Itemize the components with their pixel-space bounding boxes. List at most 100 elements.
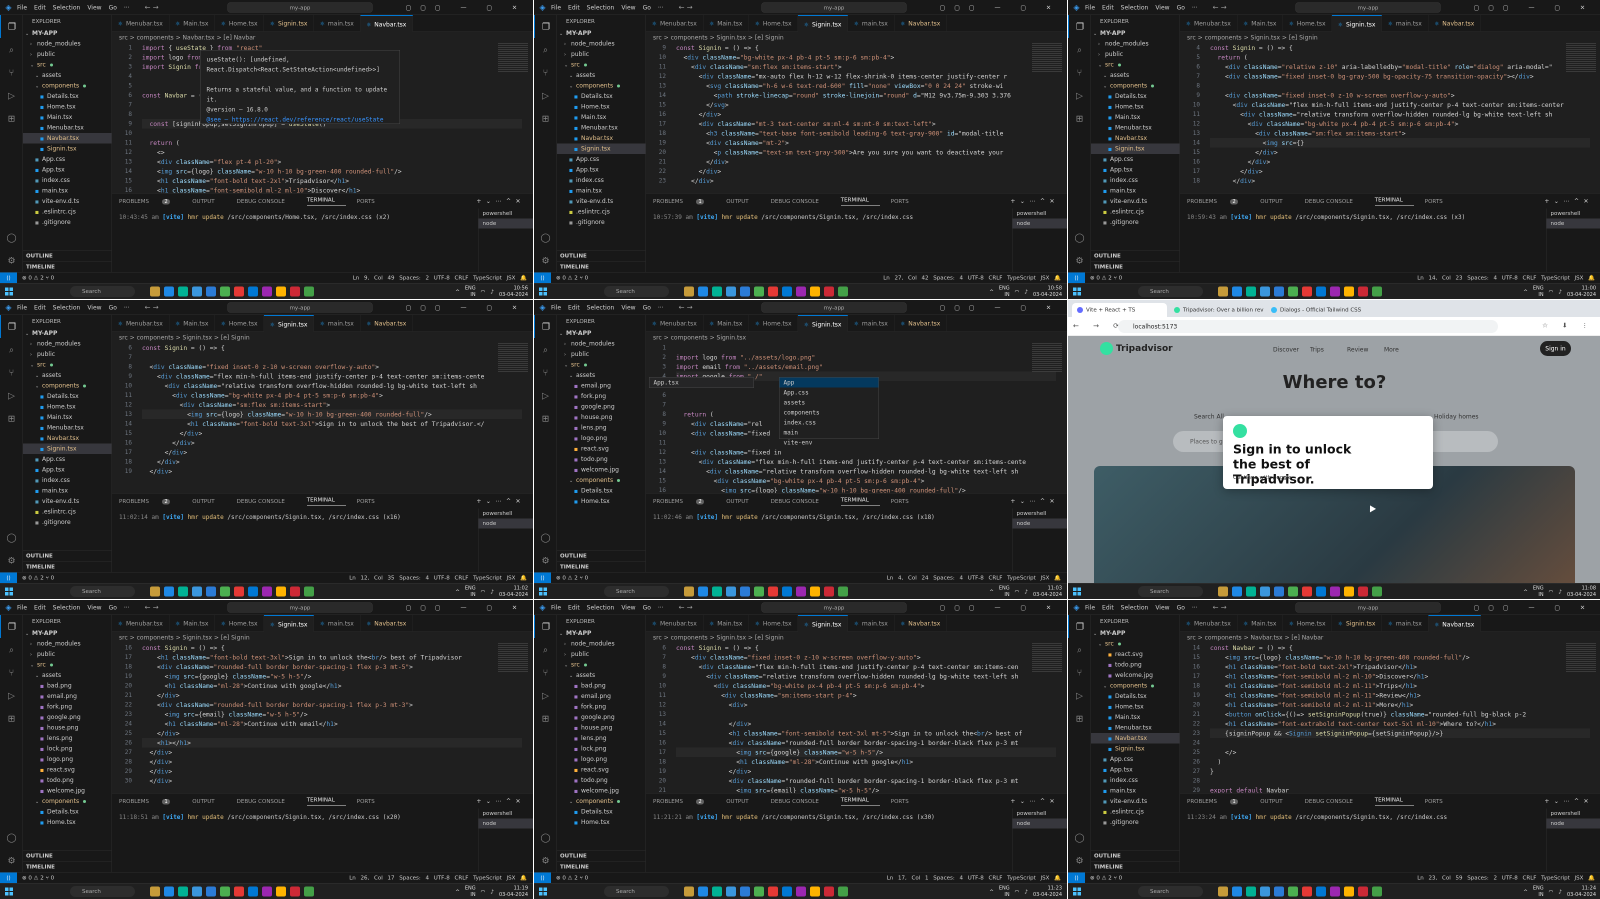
menu-moremoremore[interactable]: ··· [658, 604, 664, 611]
panel-controls[interactable]: +⌄⋯^✕ [476, 798, 525, 805]
file-components[interactable]: ⌄ components [23, 81, 112, 92]
file-details-tsx[interactable]: ■ Details.tsx [23, 91, 112, 102]
taskbar-app-icon[interactable] [1302, 586, 1312, 597]
taskbar-app-icon[interactable] [796, 886, 806, 897]
account-icon[interactable]: ◯ [1068, 826, 1091, 849]
menu-selection[interactable]: Selection [587, 604, 615, 611]
taskbar-app-icon[interactable] [1316, 586, 1326, 597]
status-errors[interactable]: ⊗ 0 ⚠ 2 [556, 575, 578, 582]
source-control-icon[interactable]: ⑂ [0, 661, 23, 684]
taskbar-app-icon[interactable] [276, 586, 286, 597]
taskbar-app-icon[interactable] [768, 286, 778, 297]
file-app-tsx[interactable]: ■ App.tsx [23, 165, 112, 176]
status-ports[interactable]: ⑂ 0 [580, 275, 589, 282]
file-google-png[interactable]: ■ google.png [23, 712, 112, 723]
taskbar-app-icon[interactable] [276, 286, 286, 297]
taskbar-search[interactable]: Search [1138, 586, 1203, 597]
taskbar-search[interactable]: Search [1138, 286, 1203, 297]
taskbar-app-icon[interactable] [192, 886, 202, 897]
status-item[interactable]: UTF-8 [434, 275, 450, 282]
file-lens-png[interactable]: ■ lens.png [23, 733, 112, 744]
taskbar-app-icon[interactable] [782, 886, 792, 897]
timeline-section[interactable]: TIMELINE [557, 561, 646, 572]
file-details-tsx[interactable]: ■ Details.tsx [23, 807, 112, 818]
menu-selection[interactable]: Selection [1121, 4, 1149, 11]
tab-main-tsx[interactable]: ⚛ Main.tsx [169, 315, 215, 332]
file-app-css[interactable]: ■ App.css [1091, 154, 1180, 165]
status-ports[interactable]: ⑂ 0 [1114, 875, 1123, 882]
file-logo-png[interactable]: ■ logo.png [23, 754, 112, 765]
source-control-icon[interactable]: ⑂ [1068, 61, 1091, 84]
source-control-icon[interactable]: ⑂ [534, 661, 557, 684]
status-errors[interactable]: ⊗ 0 ⚠ 2 [1090, 875, 1112, 882]
file-main-tsx[interactable]: ■ main.tsx [23, 186, 112, 197]
file-lock-png[interactable]: ■ lock.png [557, 744, 646, 755]
tab-home-tsx[interactable]: ⚛ Home.tsx [215, 615, 265, 632]
taskbar-app-icon[interactable] [1232, 886, 1242, 897]
taskbar-app-icon[interactable] [1302, 886, 1312, 897]
file-details-tsx[interactable]: ■ Details.tsx [1091, 691, 1180, 702]
file--gitignore[interactable]: ■ .gitignore [23, 217, 112, 228]
taskbar-app-icon[interactable] [824, 886, 834, 897]
file-node-modules[interactable]: › node_modules [23, 639, 112, 650]
file-node-modules[interactable]: › node_modules [1091, 39, 1180, 50]
file-react-svg[interactable]: ■ react.svg [23, 765, 112, 776]
timeline-section[interactable]: TIMELINE [1091, 861, 1180, 872]
tab-home-tsx[interactable]: ⚛ Home.tsx [215, 315, 265, 332]
terminal-powershell[interactable]: powershell [1013, 809, 1068, 819]
taskbar-app-icon[interactable] [192, 286, 202, 297]
tab-main-tsx[interactable]: ⚛ main.tsx [848, 615, 895, 632]
account-icon[interactable]: ◯ [534, 526, 557, 549]
status-item[interactable]: CRLF [1523, 875, 1537, 882]
file-index-css[interactable]: ■ index.css [23, 475, 112, 486]
file-assets[interactable]: ⌄ assets [557, 70, 646, 81]
language-indicator[interactable]: ENG IN [999, 885, 1010, 898]
file-app-tsx[interactable]: ■ App.tsx [1091, 165, 1180, 176]
file-app-css[interactable]: ■ App.css [23, 154, 112, 165]
extensions-icon[interactable]: ⊞ [1068, 707, 1091, 730]
file-logo-png[interactable]: ■ logo.png [557, 433, 646, 444]
file-src[interactable]: ⌄ src [1091, 60, 1180, 71]
file-public[interactable]: › public [23, 349, 112, 360]
panel-tab-ports[interactable]: PORTS [357, 498, 386, 505]
browser-tab[interactable]: Dialogs - Official Tailwind CSS [1266, 303, 1361, 317]
panel-tab-output[interactable]: OUTPUT [1260, 198, 1293, 205]
panel-controls[interactable]: +⌄⋯^✕ [476, 498, 525, 505]
file-components[interactable]: ⌄ components [23, 381, 112, 392]
menu-view[interactable]: View [87, 604, 101, 611]
file-src[interactable]: ⌄ src [557, 660, 646, 671]
code-editor[interactable]: 6 7 8 9 10 11 12 13 14 15 16 17 18 19 const Signin = (… [112, 343, 533, 493]
project-root[interactable]: ⌄ MY-APP [557, 28, 646, 39]
panel-tab-problems[interactable]: PROBLEMS 2 [119, 198, 181, 205]
outline-section[interactable]: OUTLINE [23, 850, 112, 861]
tab-main-tsx[interactable]: ⚛ Main.tsx [703, 615, 749, 632]
tray-chevron-icon[interactable]: ^ [455, 888, 460, 895]
file-react-svg[interactable]: ■ react.svg [557, 765, 646, 776]
file-index-css[interactable]: ■ index.css [1091, 175, 1180, 186]
taskbar-app-icon[interactable] [234, 286, 244, 297]
bell-icon[interactable]: 🔔 [1588, 875, 1595, 882]
taskbar-clock[interactable]: 10:56 03-04-2024 [499, 285, 528, 298]
status-item[interactable]: Spaces: 2 [399, 275, 429, 282]
file-signin-tsx[interactable]: ■ Signin.tsx [557, 143, 646, 154]
tab-menubar-tsx[interactable]: ⚛ Menubar.tsx [112, 615, 170, 632]
taskbar-app-icon[interactable] [1372, 286, 1382, 297]
tab-navbar-tsx[interactable]: ⚛ Navbar.tsx [894, 15, 947, 32]
tab-main-tsx[interactable]: ⚛ Main.tsx [169, 15, 215, 32]
extensions-icon[interactable]: ⊞ [534, 707, 557, 730]
taskbar-app-icon[interactable] [712, 286, 722, 297]
taskbar-clock[interactable]: 11:24 03-04-2024 [1567, 885, 1596, 898]
file--eslintrc-cjs[interactable]: ■ .eslintrc.cjs [1091, 207, 1180, 218]
taskbar-app-icon[interactable] [1288, 286, 1298, 297]
file-components[interactable]: ⌄ components [23, 796, 112, 807]
taskbar-app-icon[interactable] [838, 586, 848, 597]
taskbar-app-icon[interactable] [1330, 286, 1340, 297]
search-icon[interactable]: ⌕ [1068, 638, 1091, 661]
file-navbar-tsx[interactable]: ■ Navbar.tsx [1091, 733, 1180, 744]
run-debug-icon[interactable]: ▷ [1068, 84, 1091, 107]
terminal-node[interactable]: node [1546, 818, 1600, 829]
search-icon[interactable]: ⌕ [0, 38, 23, 61]
status-item[interactable]: Spaces: 4 [933, 275, 963, 282]
status-item[interactable]: UTF-8 [968, 875, 984, 882]
file-assets[interactable]: ⌄ assets [23, 370, 112, 381]
